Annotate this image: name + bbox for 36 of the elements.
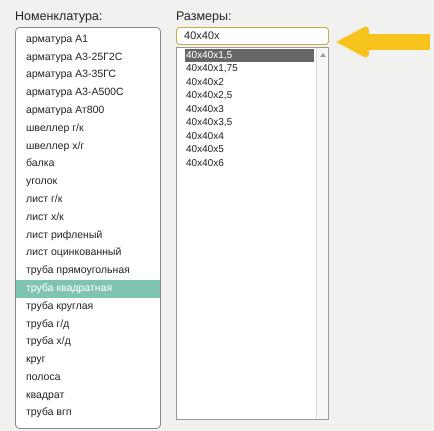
list-item[interactable]: арматура А3-А500С [16,84,160,102]
list-item[interactable]: труба вгп [16,404,160,422]
field-label: Номенклатура: [15,10,104,24]
dropdown-option[interactable]: 40x40x2 [185,76,314,90]
list-item[interactable]: круг [16,351,160,369]
dropdown-option[interactable]: 40x40x2,5 [185,89,314,103]
dropdown-option[interactable]: 40x40x4 [185,130,314,144]
dropdown-option[interactable]: 40x40x5 [185,143,314,157]
list-item[interactable]: труба х/д [16,333,160,352]
list-item[interactable]: лист г/к [16,190,160,209]
list-item[interactable]: швеллер г/к [16,120,160,138]
list-item[interactable]: арматура А3-35ГС [16,66,160,84]
list-item[interactable]: арматура А1 [16,30,160,49]
list-item[interactable]: арматура Ат800 [16,102,160,120]
list-item[interactable]: лист рифленый [16,226,160,244]
scroll-up-icon[interactable] [320,52,326,57]
list-item[interactable]: швеллер х/г [16,138,160,156]
list-item[interactable]: квадрат [16,386,160,404]
input-field[interactable]: 40x40x [176,26,329,45]
dropdown-option[interactable]: 40x40x3 [185,102,314,116]
list-item[interactable]: лист оцинкованный [16,244,160,262]
list-item[interactable]: полоса [16,368,160,387]
list-item[interactable]: труба прямоугольная [16,262,160,280]
scrollbar[interactable] [316,48,328,419]
list-item[interactable]: арматура А3-25Г2С [16,48,160,66]
dropdown-option[interactable]: 40x40x6 [185,156,314,170]
list-item[interactable]: балка [16,155,160,174]
dropdown-option[interactable]: 40x40x3,5 [185,116,314,130]
arrow-icon [334,26,432,58]
list-item[interactable]: труба круглая [16,298,160,316]
field-label: Размеры: [176,10,232,24]
list-item[interactable]: труба г/д [16,316,160,334]
list-item[interactable]: лист х/к [16,208,160,227]
dropdown-option[interactable]: 40x40x1,5 [185,48,314,62]
list-item[interactable]: уголок [16,173,160,191]
dropdown-option[interactable]: 40x40x1,75 [185,62,314,76]
